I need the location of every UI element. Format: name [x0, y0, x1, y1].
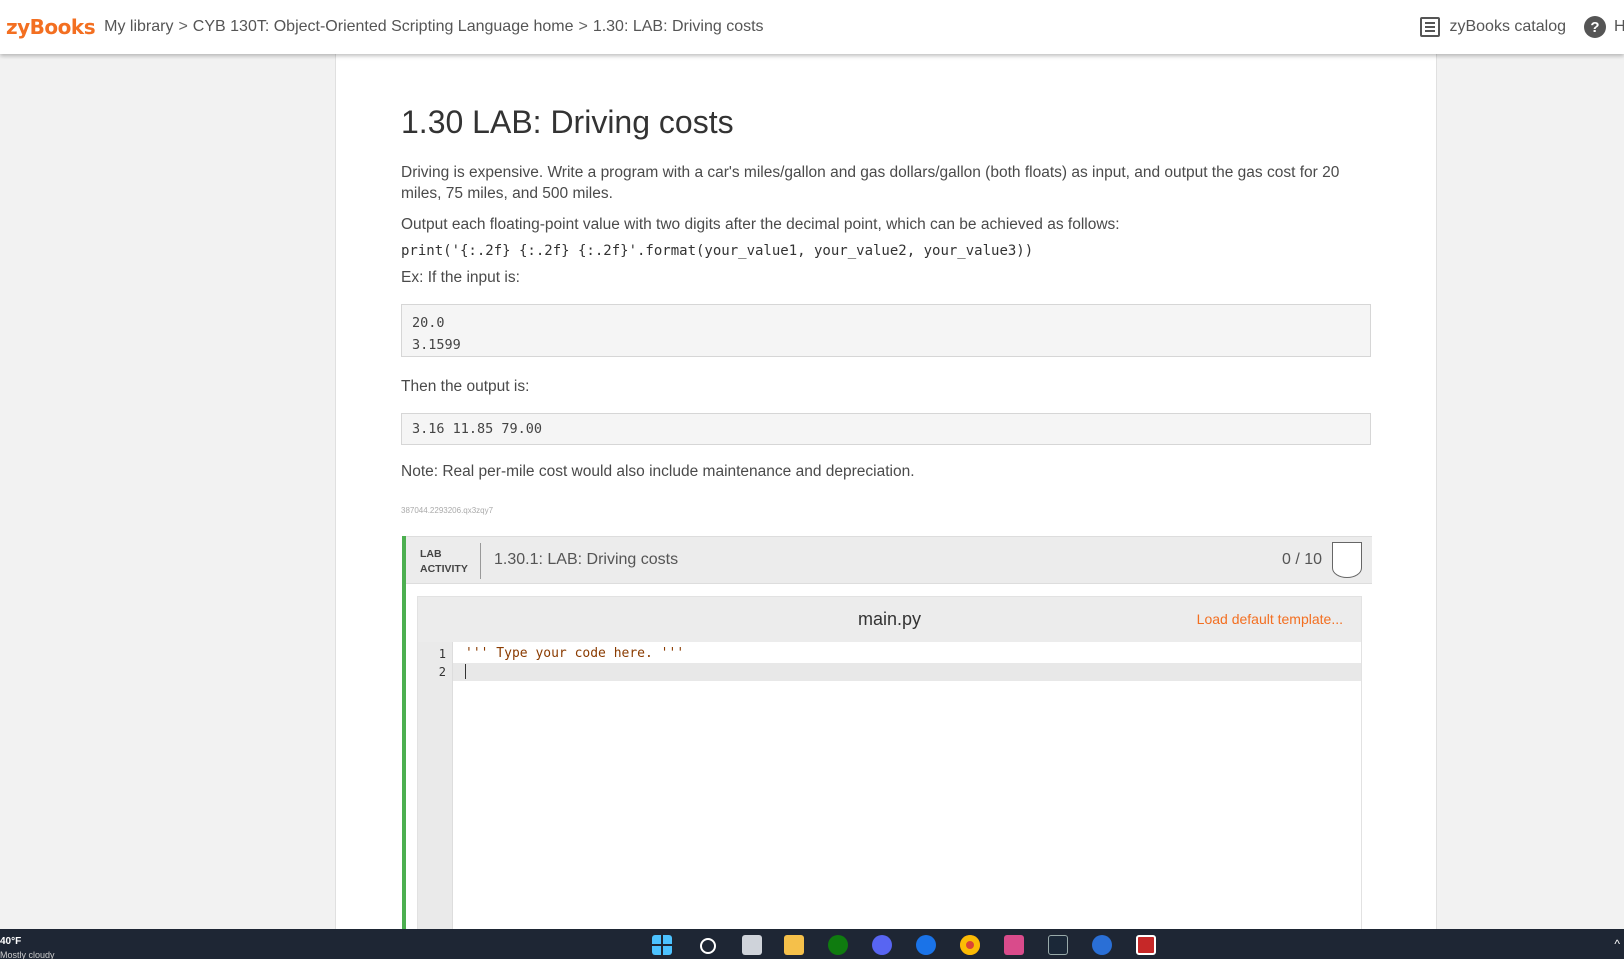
- breadcrumb-current-section[interactable]: 1.30: LAB: Driving costs: [593, 18, 764, 36]
- content-panel: 1.30 LAB: Driving costs Driving is expen…: [335, 54, 1437, 937]
- text-cursor: [465, 664, 466, 679]
- lab-activity-type: LAB ACTIVITY: [420, 547, 468, 577]
- line-number-gutter: 1 2: [418, 642, 453, 937]
- load-default-template-link[interactable]: Load default template...: [1197, 611, 1343, 627]
- breadcrumb-my-library[interactable]: My library: [104, 18, 173, 36]
- catalog-icon: [1420, 17, 1441, 37]
- example-output-label: Then the output is:: [401, 378, 530, 395]
- windows-start-icon[interactable]: [652, 935, 672, 955]
- code-editor: main.py Load default template... 1 2 '''…: [417, 596, 1362, 937]
- intro-paragraph: Driving is expensive. Write a program wi…: [401, 164, 1340, 202]
- example-input-label: Ex: If the input is:: [401, 269, 520, 286]
- snipping-tool-icon[interactable]: [1136, 935, 1156, 955]
- discord-icon[interactable]: [872, 935, 892, 955]
- completion-badge-icon: [1332, 542, 1362, 578]
- system-tray-chevron-icon[interactable]: ^: [1614, 937, 1620, 951]
- example-input-line: 3.1599: [412, 337, 461, 353]
- lab-activity: LAB ACTIVITY 1.30.1: LAB: Driving costs …: [402, 536, 1372, 937]
- zybooks-logo[interactable]: zyBooks: [6, 15, 96, 39]
- code-comment-string: ''' Type your code here. ''': [465, 646, 685, 661]
- lab-activity-title: 1.30.1: LAB: Driving costs: [494, 551, 679, 568]
- note-paragraph: Note: Real per-mile cost would also incl…: [401, 463, 915, 480]
- catalog-button[interactable]: zyBooks catalog: [1420, 17, 1566, 37]
- code-line-1[interactable]: ''' Type your code here. ''': [453, 645, 1361, 663]
- help-label[interactable]: H: [1614, 18, 1624, 36]
- search-icon[interactable]: [700, 938, 716, 954]
- page-title: 1.30 LAB: Driving costs: [401, 104, 734, 140]
- lab-activity-header: LAB ACTIVITY 1.30.1: LAB: Driving costs …: [406, 536, 1372, 584]
- lab-type-line: ACTIVITY: [420, 563, 468, 575]
- editor-header: main.py Load default template...: [418, 597, 1361, 642]
- lab-header-divider: [480, 543, 481, 579]
- weather-description[interactable]: Mostly cloudy: [0, 950, 55, 959]
- lab-activity-body: main.py Load default template... 1 2 '''…: [406, 584, 1372, 937]
- content-id: 387044.2293206.qx3zqy7: [401, 506, 494, 515]
- launcher-icon[interactable]: [1092, 935, 1112, 955]
- line-number: 1: [438, 647, 446, 661]
- steam-icon[interactable]: [1048, 935, 1068, 955]
- bing-icon[interactable]: [916, 935, 936, 955]
- example-input-line: 20.0: [412, 315, 445, 331]
- xbox-icon[interactable]: [828, 935, 848, 955]
- lab-score: 0 / 10: [1281, 551, 1322, 568]
- catalog-label: zyBooks catalog: [1449, 18, 1566, 35]
- breadcrumb-course-home[interactable]: CYB 130T: Object-Oriented Scripting Lang…: [193, 18, 574, 36]
- app-icon[interactable]: [1004, 935, 1024, 955]
- example-output-box: 3.16 11.85 79.00: [401, 413, 1371, 445]
- line-number: 2: [438, 665, 446, 679]
- top-navigation-bar: zyBooks My library > CYB 130T: Object-Or…: [0, 0, 1624, 54]
- code-line-2[interactable]: [453, 663, 1361, 681]
- breadcrumb: My library > CYB 130T: Object-Oriented S…: [104, 18, 763, 36]
- breadcrumb-separator: >: [178, 18, 188, 35]
- format-instruction: Output each floating-point value with tw…: [401, 216, 1120, 233]
- top-right-controls: zyBooks catalog ? H: [1420, 0, 1624, 54]
- example-input-box: 20.0 3.1599: [401, 304, 1371, 357]
- format-code-example: print('{:.2f} {:.2f} {:.2f}'.format(your…: [401, 243, 1034, 259]
- weather-temperature[interactable]: 40°F: [0, 936, 21, 947]
- lab-type-line: LAB: [420, 548, 442, 560]
- breadcrumb-separator: >: [578, 18, 588, 35]
- task-view-icon[interactable]: [742, 935, 762, 955]
- windows-taskbar: 40°F Mostly cloudy ^: [0, 929, 1624, 959]
- file-explorer-icon[interactable]: [784, 935, 804, 955]
- chrome-icon[interactable]: [960, 935, 980, 955]
- help-icon[interactable]: ?: [1584, 16, 1606, 38]
- example-output-line: 3.16 11.85 79.00: [412, 421, 543, 437]
